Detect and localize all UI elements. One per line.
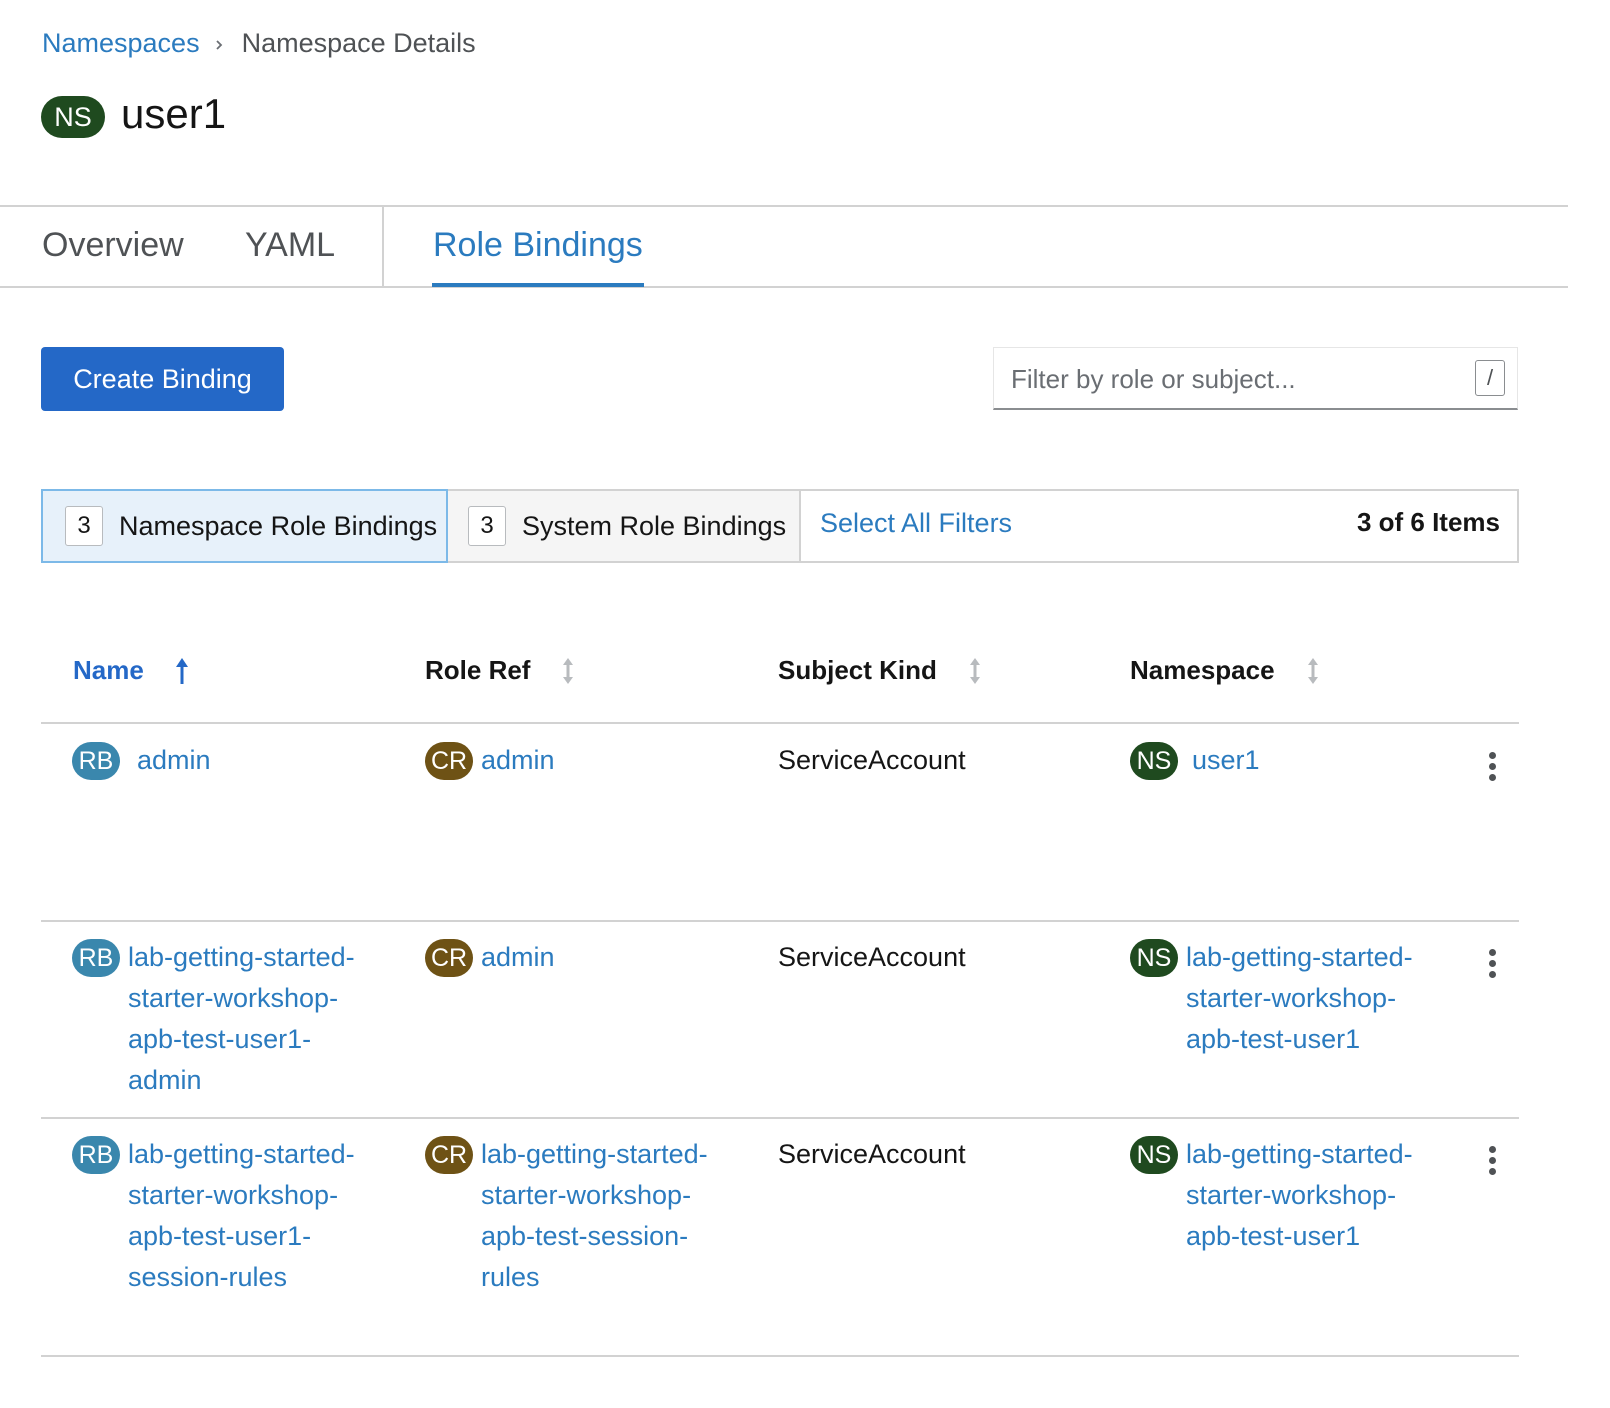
column-header-label: Subject Kind bbox=[778, 655, 937, 685]
tab-role-bindings[interactable]: Role Bindings bbox=[433, 226, 643, 265]
table-row-name-cell: RB lab-getting-started-starter-workshop-… bbox=[72, 1136, 372, 1300]
subject-kind: ServiceAccount bbox=[778, 942, 966, 972]
tab-overview[interactable]: Overview bbox=[42, 226, 184, 265]
role-ref-link[interactable]: admin bbox=[481, 740, 555, 781]
keyboard-shortcut-hint: / bbox=[1475, 360, 1505, 396]
filter-system-role-bindings[interactable]: 3 System Role Bindings bbox=[448, 491, 801, 561]
filter-input[interactable] bbox=[994, 348, 1483, 410]
filter-count: 3 bbox=[65, 506, 103, 546]
column-header-label: Role Ref bbox=[425, 655, 531, 685]
namespace-badge: NS bbox=[41, 96, 105, 138]
column-header-name[interactable]: Name bbox=[73, 655, 190, 686]
chevron-right-icon bbox=[215, 39, 222, 50]
column-header-label: Name bbox=[73, 655, 144, 685]
create-binding-button[interactable]: Create Binding bbox=[41, 347, 284, 411]
ns-badge: NS bbox=[1130, 939, 1178, 977]
items-count: 3 of 6 Items bbox=[1356, 507, 1500, 537]
arrow-up-icon bbox=[175, 657, 188, 684]
table-row-name-cell: RB admin bbox=[72, 742, 211, 783]
table-row-role-cell: CR admin bbox=[425, 939, 555, 980]
filter-field: / bbox=[993, 347, 1518, 410]
kebab-icon[interactable] bbox=[1484, 949, 1500, 979]
table-row-namespace-cell: NS user1 bbox=[1130, 742, 1260, 783]
table-row-subject-cell: ServiceAccount bbox=[778, 937, 966, 978]
breadcrumb-current: Namespace Details bbox=[241, 28, 476, 58]
breadcrumb-namespaces-link[interactable]: Namespaces bbox=[42, 28, 200, 59]
cr-badge: CR bbox=[425, 939, 473, 977]
rb-badge: RB bbox=[72, 939, 120, 977]
filter-label: Namespace Role Bindings bbox=[119, 510, 438, 541]
cr-badge: CR bbox=[425, 1136, 473, 1174]
table-row-subject-cell: ServiceAccount bbox=[778, 740, 966, 781]
cr-badge: CR bbox=[425, 742, 473, 780]
role-binding-link[interactable]: lab-getting-started-starter-workshop-apb… bbox=[128, 1134, 368, 1298]
table-row-name-cell: RB lab-getting-started-starter-workshop-… bbox=[72, 939, 372, 1103]
tabs-divider bbox=[382, 206, 384, 286]
table-row-namespace-cell: NS lab-getting-started-starter-workshop-… bbox=[1130, 1136, 1430, 1259]
column-header-namespace[interactable]: Namespace bbox=[1130, 655, 1321, 686]
column-header-subject-kind[interactable]: Subject Kind bbox=[778, 655, 983, 686]
active-tab-indicator bbox=[432, 283, 644, 287]
namespace-link[interactable]: lab-getting-started-starter-workshop-apb… bbox=[1186, 937, 1416, 1060]
page-title: user1 bbox=[121, 90, 227, 137]
table-row-divider bbox=[41, 1355, 1519, 1357]
table-row-namespace-cell: NS lab-getting-started-starter-workshop-… bbox=[1130, 939, 1430, 1062]
role-binding-link[interactable]: lab-getting-started-starter-workshop-apb… bbox=[128, 937, 368, 1101]
ns-badge: NS bbox=[1130, 1136, 1178, 1174]
sort-icon bbox=[563, 657, 574, 684]
select-all-filters-link[interactable]: Select All Filters bbox=[820, 508, 1012, 539]
table-header-divider bbox=[41, 722, 1519, 724]
namespace-link[interactable]: lab-getting-started-starter-workshop-apb… bbox=[1186, 1134, 1416, 1257]
tabs-bottom-border bbox=[0, 286, 1568, 288]
table-row-divider bbox=[41, 1117, 1519, 1119]
subject-kind: ServiceAccount bbox=[778, 1139, 966, 1169]
role-binding-link[interactable]: admin bbox=[137, 740, 211, 781]
rb-badge: RB bbox=[72, 742, 120, 780]
tab-yaml[interactable]: YAML bbox=[245, 226, 335, 265]
table-row-subject-cell: ServiceAccount bbox=[778, 1134, 966, 1175]
column-header-role-ref[interactable]: Role Ref bbox=[425, 655, 576, 686]
table-row-role-cell: CR lab-getting-started-starter-workshop-… bbox=[425, 1136, 725, 1300]
filter-count: 3 bbox=[468, 506, 506, 546]
kebab-icon[interactable] bbox=[1484, 752, 1500, 782]
role-ref-link[interactable]: admin bbox=[481, 937, 555, 978]
column-header-label: Namespace bbox=[1130, 655, 1275, 685]
breadcrumb: Namespaces Namespace Details bbox=[42, 28, 476, 59]
sort-icon bbox=[969, 657, 980, 684]
role-ref-link[interactable]: lab-getting-started-starter-workshop-apb… bbox=[481, 1134, 713, 1298]
table-row-divider bbox=[41, 920, 1519, 922]
subject-kind: ServiceAccount bbox=[778, 745, 966, 775]
page-header: NS user1 bbox=[41, 90, 227, 141]
filter-namespace-role-bindings[interactable]: 3 Namespace Role Bindings bbox=[41, 489, 448, 563]
filter-label: System Role Bindings bbox=[522, 510, 787, 541]
kebab-icon[interactable] bbox=[1484, 1146, 1500, 1176]
ns-badge: NS bbox=[1130, 742, 1178, 780]
tabs-top-border bbox=[0, 205, 1568, 207]
namespace-link[interactable]: user1 bbox=[1192, 740, 1260, 781]
rb-badge: RB bbox=[72, 1136, 120, 1174]
table-row-role-cell: CR admin bbox=[425, 742, 555, 783]
sort-icon bbox=[1307, 657, 1318, 684]
